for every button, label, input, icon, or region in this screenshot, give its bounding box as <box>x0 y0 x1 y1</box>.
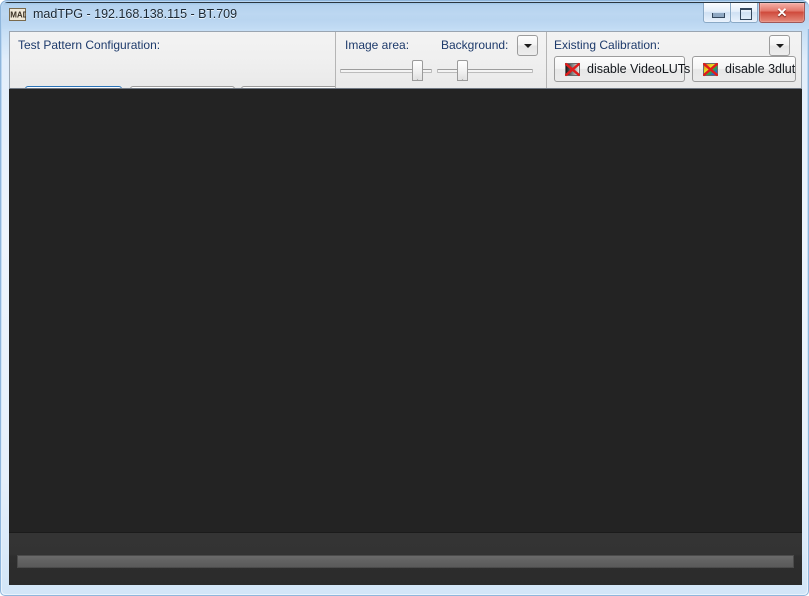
window-controls: ✕ <box>703 3 805 23</box>
videoluts-disabled-icon <box>564 61 581 78</box>
close-button[interactable]: ✕ <box>759 3 805 23</box>
existing-calibration-label: Existing Calibration: <box>554 38 661 52</box>
close-icon: ✕ <box>776 5 788 20</box>
window-title: madTPG - 192.168.138.115 - BT.709 <box>33 7 238 21</box>
test-pattern-surface[interactable] <box>9 89 802 533</box>
chevron-down-icon <box>775 43 784 48</box>
bottom-panel <box>9 532 802 585</box>
test-pattern-group-label: Test Pattern Configuration: <box>18 38 161 52</box>
lut3d-disabled-icon <box>702 61 719 78</box>
title-bar-left: MAD madTPG - 192.168.138.115 - BT.709 <box>9 6 237 23</box>
image-area-label: Image area: <box>345 38 410 52</box>
background-slider-thumb[interactable] <box>457 60 468 81</box>
madtpg-logo-icon: MAD <box>9 6 29 23</box>
disable-3dlut-label: disable 3dlut <box>725 61 796 76</box>
existing-calibration-group: Existing Calibration: disable VideoLUTs … <box>546 32 801 88</box>
disable-videoluts-label: disable VideoLUTs <box>587 61 691 76</box>
chevron-down-icon <box>523 43 532 48</box>
toolbar: Test Pattern Configuration: stay on top <box>9 31 802 89</box>
horizontal-scrollbar[interactable] <box>17 555 794 568</box>
madtpg-window: MAD madTPG - 192.168.138.115 - BT.709 ✕ … <box>0 0 809 596</box>
svg-text:MAD: MAD <box>10 10 26 19</box>
background-slider[interactable] <box>437 60 533 82</box>
maximize-button[interactable] <box>730 3 758 23</box>
image-area-slider-thumb[interactable] <box>412 60 423 81</box>
calibration-dropdown-button[interactable] <box>769 35 790 56</box>
image-background-group: Image area: Background: <box>335 32 546 88</box>
test-pattern-configuration-group: Test Pattern Configuration: stay on top <box>10 32 340 88</box>
title-bar[interactable]: MAD madTPG - 192.168.138.115 - BT.709 ✕ <box>2 2 809 29</box>
maximize-icon <box>740 8 752 20</box>
minimize-icon <box>712 13 725 18</box>
background-slider-track <box>437 69 533 73</box>
image-area-slider[interactable] <box>340 60 432 82</box>
background-label: Background: <box>441 38 509 52</box>
background-dropdown-button[interactable] <box>517 35 538 56</box>
disable-3dlut-button[interactable]: disable 3dlut <box>692 56 796 82</box>
disable-videoluts-button[interactable]: disable VideoLUTs <box>554 56 690 82</box>
minimize-button[interactable] <box>703 3 731 23</box>
